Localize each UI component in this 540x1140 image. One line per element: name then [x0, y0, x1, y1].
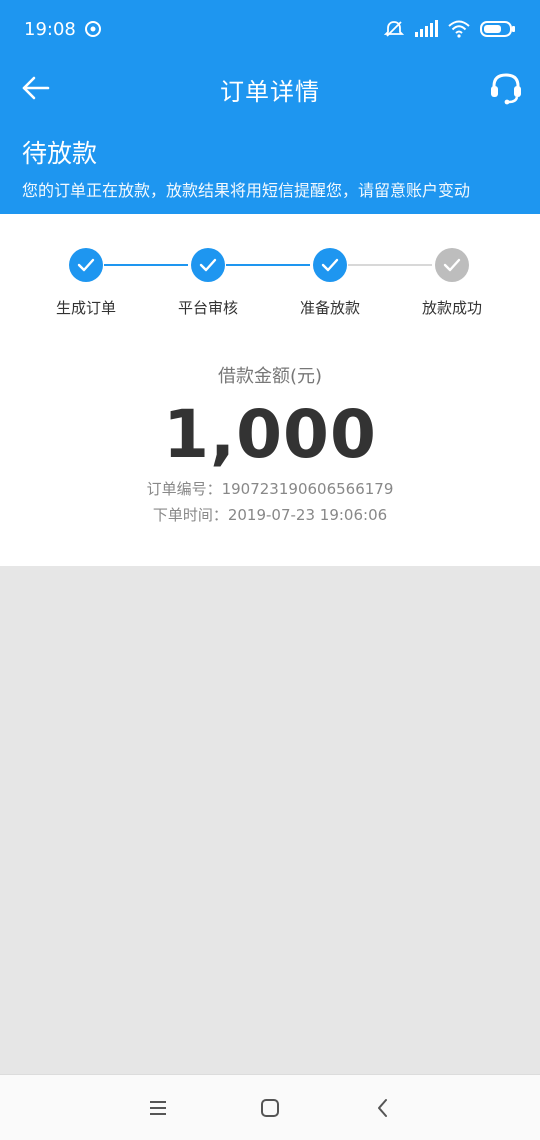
status-time: 19:08: [24, 18, 76, 40]
status-right: [384, 19, 516, 39]
signal-icon: [415, 20, 438, 37]
step-check-icon: [69, 248, 103, 282]
step-4: 放款成功: [392, 248, 512, 318]
step-check-icon: [435, 248, 469, 282]
order-detail-screen: 19:08 订单详情 待放款 您的订单正在放款，放款结果将用短信提醒您，请留意账…: [0, 0, 540, 1140]
status-banner: 待放款 您的订单正在放款，放款结果将用短信提醒您，请留意账户变动: [0, 118, 540, 214]
back-icon[interactable]: [372, 1097, 394, 1119]
loan-amount-label: 借款金额(元): [217, 366, 323, 387]
order-status-description: 您的订单正在放款，放款结果将用短信提醒您，请留意账户变动: [22, 181, 471, 200]
step-label: 平台审核: [177, 299, 238, 317]
battery-icon: [480, 21, 515, 37]
progress-steps: 生成订单 平台审核 准备放款 放款成功: [0, 248, 540, 328]
top-nav-bar: 订单详情: [0, 58, 540, 118]
order-number: 订单编号：190723190606566179: [146, 480, 394, 498]
order-time: 下单时间：2019-07-23 19:06:06: [152, 506, 388, 524]
wifi-icon: [448, 20, 470, 38]
home-icon[interactable]: [259, 1097, 281, 1119]
status-left: 19:08: [24, 19, 102, 40]
sync-icon: [84, 21, 101, 37]
headset-icon[interactable]: [488, 70, 524, 106]
order-card: 生成订单 平台审核 准备放款 放款成功 借款金额(元) 1,000 订单编号：1…: [0, 214, 540, 566]
step-label: 放款成功: [421, 299, 482, 317]
step-label: 准备放款: [299, 299, 360, 317]
step-check-icon: [313, 248, 347, 282]
step-2: 平台审核: [148, 248, 268, 318]
status-bar: 19:08: [0, 0, 540, 58]
menu-icon[interactable]: [147, 1097, 169, 1119]
loan-amount-value: 1,000: [163, 396, 377, 473]
step-label: 生成订单: [55, 299, 116, 317]
step-check-icon: [191, 248, 225, 282]
step-1: 生成订单: [26, 248, 146, 318]
page-title: 订单详情: [220, 78, 320, 106]
step-3: 准备放款: [270, 248, 390, 318]
order-status-title: 待放款: [22, 139, 98, 168]
system-nav-bar: [0, 1074, 540, 1140]
alarm-off-icon: [384, 21, 404, 37]
